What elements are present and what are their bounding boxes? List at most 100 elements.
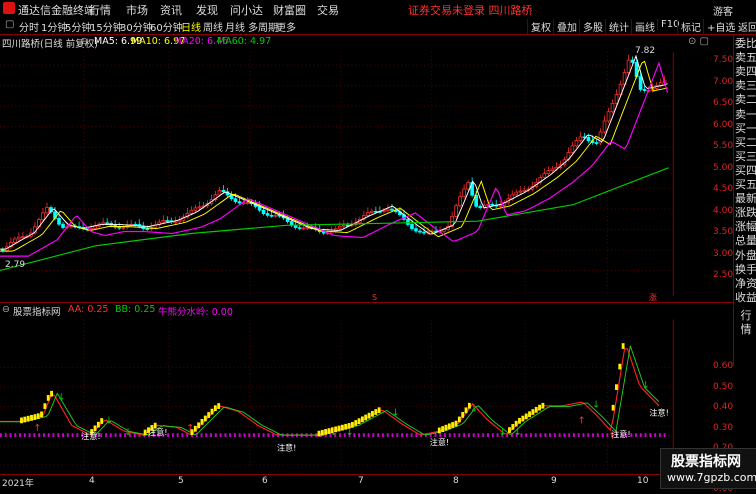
tab-intraday[interactable]: 分时 (19, 19, 39, 34)
quote-field-label: 买二 (735, 135, 756, 149)
quote-tab-panel[interactable]: 行 情 (733, 306, 756, 366)
pane-divider[interactable] (0, 302, 733, 303)
quote-tab-label-1: 行 (740, 309, 752, 322)
menu-wealth[interactable]: 财富圈 (273, 2, 306, 18)
price-tick-label: 4.50 (713, 184, 734, 194)
guest-label[interactable]: 游客 (713, 3, 733, 18)
layout-icon[interactable]: ▢ (5, 19, 14, 30)
tab-daily[interactable]: 日线 (181, 19, 201, 34)
adjust-button[interactable]: 复权 (527, 19, 554, 34)
quote-field-label: 买一 (735, 121, 756, 135)
menu-news[interactable]: 资讯 (160, 2, 182, 18)
app-title: 通达信金融终端 (18, 4, 95, 17)
quote-tab-label-2: 情 (740, 323, 752, 336)
price-tick-label: 7.50 (713, 55, 734, 65)
menu-market[interactable]: 市场 (126, 2, 148, 18)
date-label: 4 (89, 476, 95, 486)
draw-button[interactable]: 画线 (631, 19, 658, 34)
tab-60min[interactable]: 60分钟 (150, 19, 183, 34)
multi-stock-button[interactable]: 多股 (579, 19, 606, 34)
indicator-tick-label: 0.50 (713, 381, 734, 392)
svg-text:注意!: 注意! (277, 443, 296, 453)
svg-text:↓: ↓ (642, 380, 650, 391)
tab-multi-period[interactable]: 多周期 (248, 19, 278, 34)
watermark-title: 股票指标网 (671, 454, 741, 470)
svg-text:↓: ↓ (105, 415, 113, 426)
quote-field-label: 卖二 (735, 93, 756, 107)
indicator-tick-label: 0.40 (713, 402, 734, 412)
watermark-url: www.7gpzb.com (667, 471, 756, 484)
svg-text:↓: ↓ (392, 408, 400, 419)
date-label: 8 (453, 476, 459, 486)
svg-text:↓: ↓ (57, 392, 65, 403)
add-watchlist-button[interactable]: +自选 (703, 19, 738, 34)
menu-trade[interactable]: 交易 (317, 2, 339, 18)
tab-more[interactable]: 更多 (276, 19, 296, 34)
date-label: 7 (358, 476, 364, 486)
login-notice[interactable]: 证券交易未登录 四川路桥 (408, 2, 533, 18)
price-tick-label: 6.50 (713, 98, 734, 108)
quote-field-label: 买三 (735, 149, 756, 163)
indicator-tick-label: 0.60 (713, 361, 734, 371)
quote-field-label: 卖三 (735, 79, 756, 93)
tab-1min[interactable]: 1分钟 (41, 19, 67, 34)
back-button[interactable]: 返回 (735, 19, 756, 34)
tab-15min[interactable]: 15分钟 (90, 19, 123, 34)
quote-field-label: 总量 (735, 234, 756, 248)
svg-text:↑: ↑ (33, 423, 41, 434)
svg-text:↑: ↑ (186, 423, 194, 434)
date-label: 10 (637, 476, 649, 486)
top-menu-bar: 通达信金融终端 行情 市场 资讯 发现 问小达 财富圈 交易 证券交易未登录 四… (0, 0, 756, 19)
quote-field-label: 卖四 (735, 65, 756, 79)
quote-field-label: 收益 (735, 290, 756, 304)
quote-field-label: 涨跌 (735, 206, 756, 220)
indicator-tick-label: 0.30 (713, 422, 734, 433)
svg-text:↓: ↓ (346, 427, 354, 438)
menu-quotes[interactable]: 行情 (89, 2, 111, 18)
quote-field-label: 涨幅 (735, 220, 756, 234)
date-label: 5 (178, 476, 184, 486)
low-price-label: 2.79 (5, 260, 26, 270)
svg-text:↑: ↑ (578, 415, 586, 426)
price-tick-label: 2.50 (713, 270, 734, 280)
price-tick-label: 4.00 (713, 205, 734, 216)
indicator-collapse-icon[interactable]: ⊖ (2, 304, 10, 315)
svg-text:注意!: 注意! (81, 431, 100, 441)
quote-field-label: 委比 (735, 37, 756, 50)
quote-field-label: 卖五 (735, 51, 756, 65)
price-tick-label: 3.50 (713, 227, 734, 237)
date-label: 2021年 (2, 479, 34, 489)
kline-chart[interactable] (0, 46, 700, 302)
menu-ask[interactable]: 问小达 (230, 2, 263, 18)
menu-discover[interactable]: 发现 (196, 2, 218, 18)
bb-line (0, 345, 660, 436)
tab-30min[interactable]: 30分钟 (120, 19, 153, 34)
quote-field-label: 外盘 (735, 248, 756, 262)
tab-weekly[interactable]: 周线 (203, 19, 223, 34)
period-toolbar: ▢ 分时 1分钟 5分钟 15分钟 30分钟 60分钟 日线 周线 月线 多周期… (0, 18, 756, 35)
quote-field-label: 买五 (735, 178, 756, 191)
date-label: 6 (262, 476, 268, 486)
mark-button[interactable]: 标记 (677, 19, 704, 34)
svg-text:注意!: 注意! (611, 429, 630, 439)
tab-monthly[interactable]: 月线 (225, 19, 245, 34)
svg-text:↓: ↓ (329, 427, 337, 438)
svg-text:↓: ↓ (592, 400, 600, 411)
tab-5min[interactable]: 5分钟 (65, 19, 91, 34)
svg-text:注意!: 注意! (148, 427, 167, 437)
quote-panel: 委比 卖五 卖四 卖三 卖二 卖一 买一 买二 买三 买四 买五 最新 涨跌 涨幅 总量 外盘 换手 净资 收益 (733, 35, 756, 305)
price-tick-label: 7.00 (713, 76, 734, 87)
watermark: 股票指标网 www.7gpzb.com (660, 448, 756, 489)
quote-field-label: 最新 (735, 192, 756, 206)
indicator-bb: BB: 0.25 (115, 304, 156, 315)
svg-text:注意!: 注意! (430, 437, 449, 447)
stats-button[interactable]: 统计 (605, 19, 632, 34)
quote-field-label: 卖一 (735, 107, 756, 121)
date-label: 9 (551, 476, 557, 486)
price-tick-label: 6.00 (713, 119, 734, 130)
marker-s: S (372, 293, 378, 302)
overlay-button[interactable]: 叠加 (553, 19, 580, 34)
quote-field-label: 换手 (735, 262, 756, 276)
price-tick-label: 3.00 (713, 248, 734, 259)
indicator-chart[interactable]: ↑↓↓↓ ↑ ↓ ↓↓ ↓↓ ↓↑↓↑↓ 注意! 注意!注意!注意!注意!注意! (0, 316, 700, 474)
